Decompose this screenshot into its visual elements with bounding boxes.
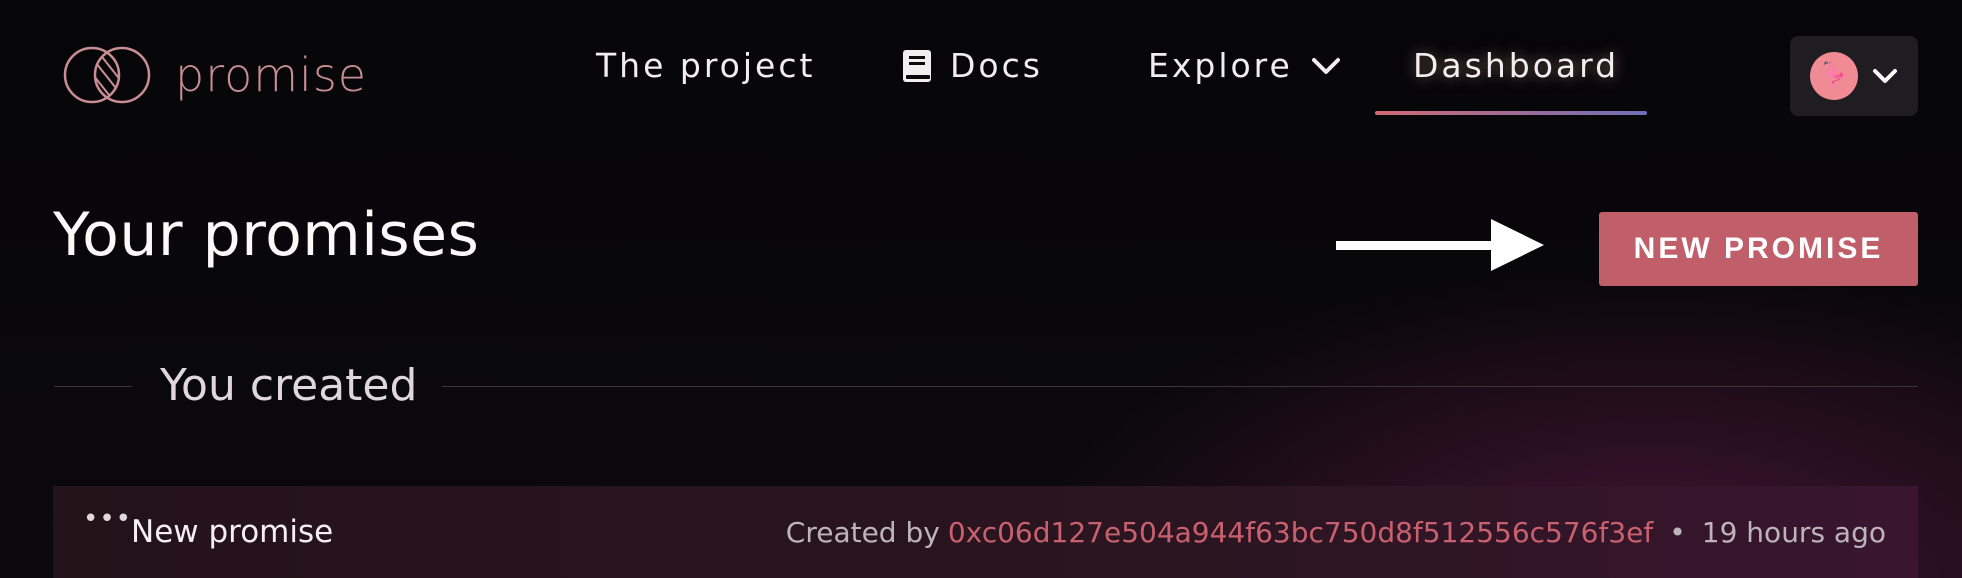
- separator-dot: •: [1669, 516, 1686, 549]
- promise-row[interactable]: ••• New promise Created by 0xc06d127e504…: [53, 486, 1918, 578]
- created-by-label: Created by: [785, 516, 940, 549]
- logo-text: promise: [175, 48, 368, 102]
- active-tab-underline: [1375, 111, 1647, 115]
- nav-the-project[interactable]: The project: [596, 46, 815, 85]
- book-icon: [903, 49, 931, 82]
- nav-dashboard-label: Dashboard: [1413, 46, 1620, 85]
- promise-age: 19 hours ago: [1701, 516, 1886, 549]
- chevron-down-icon: [1873, 69, 1897, 83]
- avatar: 🦩: [1810, 52, 1858, 100]
- nav-explore[interactable]: Explore: [1148, 46, 1341, 85]
- section-label: You created: [160, 360, 418, 411]
- promise-title[interactable]: New promise: [131, 514, 333, 550]
- divider-line: [54, 386, 132, 387]
- section-divider-you-created: You created: [54, 360, 1918, 414]
- creator-address-link[interactable]: 0xc06d127e504a944f63bc750d8f512556c576f3…: [948, 516, 1653, 549]
- nav-docs-label: Docs: [950, 46, 1043, 85]
- nav-explore-label: Explore: [1148, 46, 1293, 85]
- nav-dashboard[interactable]: Dashboard: [1413, 46, 1619, 85]
- nav-the-project-label: The project: [596, 46, 816, 85]
- account-menu-button[interactable]: 🦩: [1790, 36, 1918, 116]
- logo-icon: [63, 46, 151, 104]
- chevron-down-icon: [1311, 57, 1340, 74]
- more-options-icon[interactable]: •••: [83, 504, 132, 534]
- logo[interactable]: promise: [63, 42, 367, 108]
- divider-line: [442, 386, 1918, 387]
- flamingo-icon: 🦩: [1817, 61, 1851, 91]
- nav-docs[interactable]: Docs: [902, 46, 1043, 85]
- arrow-right-icon: [1336, 219, 1544, 271]
- new-promise-button[interactable]: NEW PROMISE: [1599, 212, 1918, 286]
- promise-meta: Created by 0xc06d127e504a944f63bc750d8f5…: [786, 516, 1886, 549]
- page-title: Your promises: [53, 200, 480, 270]
